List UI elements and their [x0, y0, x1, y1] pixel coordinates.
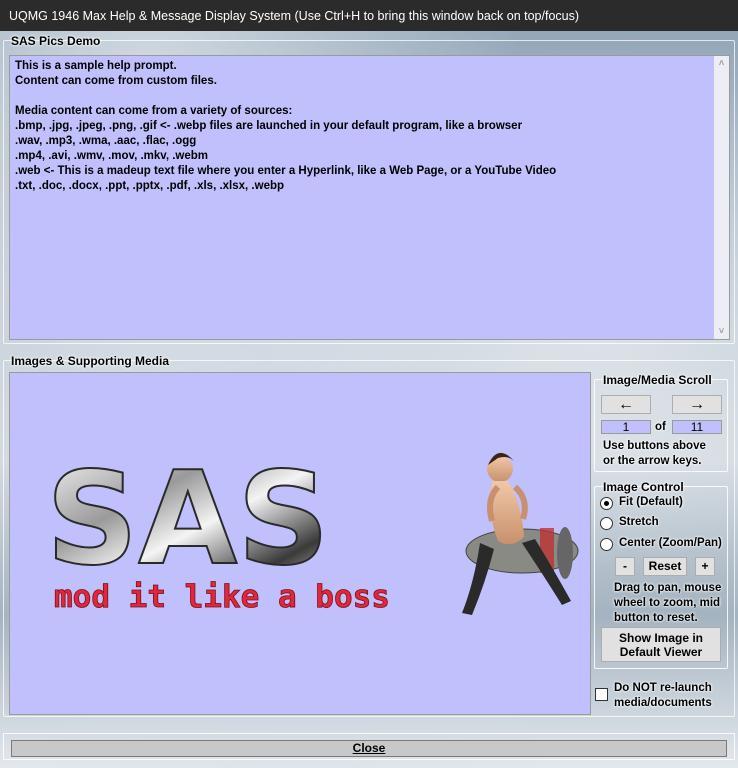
media-scroll-title: Image/Media Scroll	[603, 373, 712, 387]
help-line	[15, 89, 709, 104]
window-titlebar[interactable]: UQMG 1946 Max Help & Message Display Sys…	[0, 0, 738, 31]
stretch-radio[interactable]	[600, 517, 613, 530]
center-radio-label[interactable]: Center (Zoom/Pan)	[619, 536, 722, 551]
scroll-up-icon[interactable]: ˄	[714, 56, 729, 71]
help-line: .bmp, .jpg, .jpeg, .png, .gif <- .webp f…	[15, 120, 523, 132]
help-text-area[interactable]: This is a sample help prompt. Content ca…	[9, 55, 730, 340]
reset-button[interactable]: Reset	[643, 557, 687, 576]
stretch-radio-label[interactable]: Stretch	[619, 515, 659, 530]
help-line: .web <- This is a madeup text file where…	[15, 165, 557, 177]
help-line: This is a sample help prompt.	[15, 60, 177, 72]
help-group-title: SAS Pics Demo	[11, 34, 101, 48]
no-relaunch-label[interactable]: media/documents	[614, 696, 712, 711]
no-relaunch-checkbox[interactable]	[595, 688, 608, 701]
close-button[interactable]: Close	[11, 740, 727, 757]
arrow-right-icon: →	[689, 396, 705, 413]
help-line: .mp4, .avi, .wmv, .mov, .mkv, .webm	[15, 150, 209, 162]
scroll-hint-line: or the arrow keys.	[603, 455, 702, 467]
control-hint-line: Drag to pan, mouse	[614, 582, 722, 594]
zoom-out-button[interactable]: -	[615, 557, 635, 576]
media-of-label: of	[655, 421, 666, 433]
footer-bar: Close	[3, 733, 735, 760]
show-image-label: Show Image in	[618, 630, 703, 645]
no-relaunch-label[interactable]: Do NOT re-launch	[614, 681, 712, 696]
show-image-label: Default Viewer	[619, 644, 703, 659]
help-prompt-group: SAS Pics Demo This is a sample help prom…	[3, 34, 735, 344]
sas-logo-text: SAS	[46, 445, 329, 594]
current-media-index: 1	[601, 420, 651, 434]
image-control-title: Image Control	[603, 480, 684, 494]
help-line: .wav, .mp3, .wma, .aac, .flac, .ogg	[15, 135, 197, 147]
next-media-button[interactable]: →	[672, 395, 722, 414]
help-scrollbar[interactable]: ˄ ˅	[714, 56, 729, 339]
scroll-hint-line: Use buttons above	[603, 440, 706, 452]
prev-media-button[interactable]: ←	[601, 395, 651, 414]
show-in-default-viewer-button[interactable]: Show Image in Default Viewer	[601, 627, 721, 662]
sas-tagline: mod it like a boss	[54, 579, 390, 615]
zoom-in-button[interactable]: +	[695, 557, 715, 576]
fit-radio[interactable]	[600, 497, 613, 510]
scroll-down-icon[interactable]: ˅	[714, 324, 729, 339]
help-line: Media content can come from a variety of…	[15, 105, 293, 117]
control-hint-line: wheel to zoom, mid	[614, 597, 721, 609]
media-group-title: Images & Supporting Media	[11, 354, 170, 368]
media-image-viewer[interactable]: SAS mod it like a boss	[9, 372, 591, 715]
fit-radio-label[interactable]: Fit (Default)	[619, 495, 683, 510]
total-media-count: 11	[672, 420, 722, 434]
sas-logo-image: SAS mod it like a boss	[45, 444, 579, 615]
help-line: Content can come from custom files.	[15, 75, 217, 87]
control-hint-line: button to reset.	[614, 612, 698, 624]
help-line: .txt, .doc, .docx, .ppt, .pptx, .pdf, .x…	[15, 180, 285, 192]
arrow-left-icon: ←	[618, 396, 634, 413]
window-title: UQMG 1946 Max Help & Message Display Sys…	[9, 9, 580, 23]
pinup-figure	[462, 452, 579, 615]
center-radio[interactable]	[600, 538, 613, 551]
